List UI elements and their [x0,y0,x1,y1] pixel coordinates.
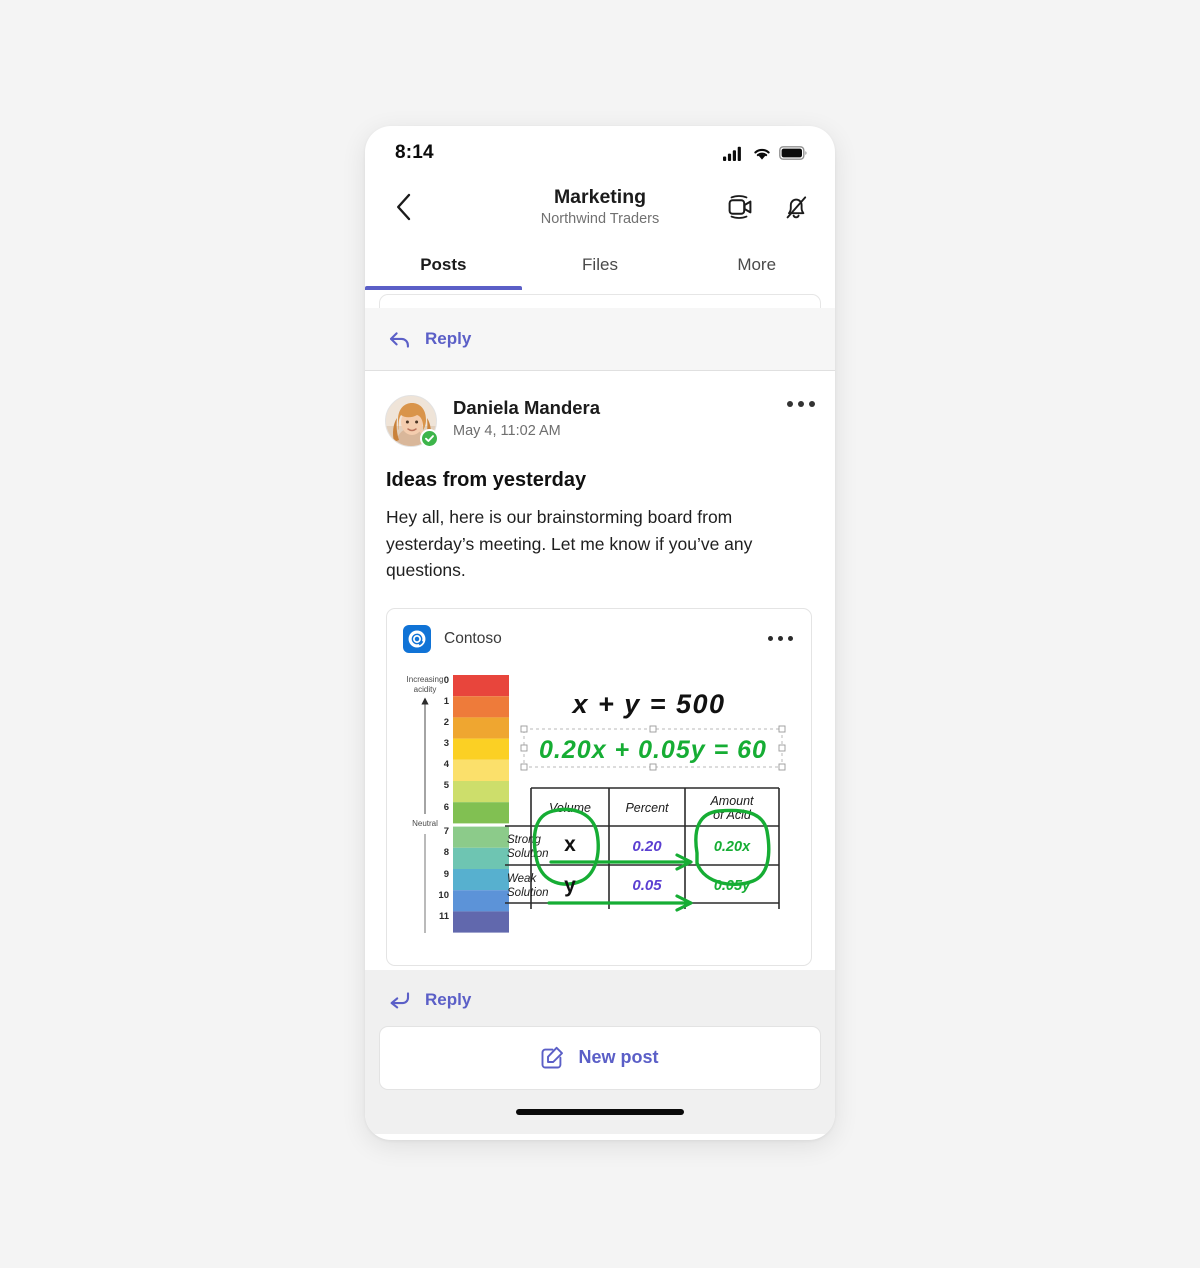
posts-feed[interactable]: Reply Daniela Mandera May 4, 11:02 AM Id… [365,294,835,970]
status-time: 8:14 [395,142,434,163]
more-horizontal-icon [787,401,815,407]
bell-off-icon [786,196,807,219]
post-body: Hey all, here is our brainstorming board… [386,507,753,581]
home-indicator[interactable] [516,1108,684,1115]
reply-curved-arrow-icon [390,992,410,1009]
new-post-label: New post [578,1047,659,1068]
row-weak-1: Weak [507,873,537,885]
chevron-left-icon [396,193,410,221]
reply-label-previous: Reply [425,329,472,348]
row-strong-2: Solution [507,848,549,860]
tab-posts-label: Posts [420,255,467,274]
meet-now-button[interactable] [723,190,757,224]
post-title: Ideas from yesterday [386,469,587,491]
ph-scale-ticks: 0 1 2 3 4 5 6 7 8 9 10 11 [438,675,449,922]
cell-volume-x: x [564,833,576,856]
svg-text:7: 7 [444,826,449,837]
cell-volume-y: y [564,874,576,897]
back-button[interactable] [383,187,423,227]
more-horizontal-icon [768,636,793,642]
svg-text:5: 5 [444,780,450,791]
avatar-wrapper[interactable] [385,395,439,448]
svg-text:11: 11 [439,911,450,922]
svg-text:4: 4 [444,759,450,770]
battery-icon [779,146,807,160]
status-icons [723,146,807,161]
post-more-button[interactable] [787,395,815,407]
checkmark-icon [425,435,434,442]
channel-header: Marketing Northwind Traders [365,174,835,240]
post-timestamp: May 4, 11:02 AM [453,423,561,440]
cell-percent-strong: 0.20 [632,838,662,855]
attachment-more-button[interactable] [768,636,793,642]
row-weak-2: Solution [507,887,549,899]
cell-acid-weak: 0.05y [714,878,751,894]
screenshot-stage: 8:14 Marketing Northwind Traders Posts F… [0,0,1200,1268]
svg-text:Neutral: Neutral [412,819,438,828]
video-call-icon [728,195,752,219]
post-header: Daniela Mandera May 4, 11:02 AM [385,395,815,448]
reply-arrow-icon [389,332,409,348]
notifications-button[interactable] [779,190,813,224]
svg-text:3: 3 [444,738,449,749]
acid-table-row-labels: Strong Solution Weak Solution [507,834,549,899]
tab-files[interactable]: Files [522,240,679,290]
contoso-logo-icon [403,624,431,653]
equation-green: 0.20x + 0.05y = 60 [539,736,767,764]
whiteboard-svg: 0 1 2 3 4 5 6 7 8 9 10 11 Increasing aci… [407,674,786,933]
author-block: Daniela Mandera May 4, 11:02 AM [453,395,600,439]
new-post-button[interactable]: New post [379,1025,821,1090]
composer-area: Reply New post [365,969,835,1134]
ph-scale-arrow-up [421,697,429,814]
svg-text:0: 0 [444,675,449,686]
phone-frame: 8:14 Marketing Northwind Traders Posts F… [365,126,835,1140]
svg-text:8: 8 [444,847,449,858]
presence-badge [420,429,439,448]
attachment-header: Contoso [387,609,811,663]
svg-text:Increasing: Increasing [407,675,444,684]
tab-posts[interactable]: Posts [365,240,522,290]
ph-scale-bands [453,674,509,933]
reply-bar-current-post[interactable]: Reply [365,969,835,1026]
whiteboard-canvas: 0 1 2 3 4 5 6 7 8 9 10 11 Increasing aci… [401,671,797,943]
cellular-signal-icon [723,146,741,161]
header-amount-1: Amount [709,794,754,808]
reply-bar-previous-post[interactable]: Reply [365,308,835,371]
channel-actions [723,190,813,224]
header-percent: Percent [625,801,669,815]
whiteboard-image[interactable]: 0 1 2 3 4 5 6 7 8 9 10 11 Increasing aci… [387,663,811,965]
contoso-spiral-glyph [408,630,426,648]
svg-text:9: 9 [444,869,449,880]
attachment-app-name: Contoso [444,629,502,647]
svg-text:2: 2 [444,717,449,728]
attachment-card[interactable]: Contoso 0 1 2 3 4 5 6 7 8 9 10 11 Increa… [386,607,812,966]
previous-post-clipped[interactable] [379,294,821,308]
svg-text:10: 10 [438,890,449,901]
wifi-icon [754,148,770,160]
cell-acid-strong: 0.20x [714,839,751,855]
post-item: Daniela Mandera May 4, 11:02 AM Ideas fr… [365,371,835,970]
svg-text:acidity: acidity [414,685,437,694]
home-indicator-area [365,1090,835,1134]
status-bar: 8:14 [365,126,835,174]
equation-black: x + y = 500 [570,689,725,719]
tab-files-label: Files [582,255,618,274]
tab-bar: Posts Files More [365,240,835,290]
svg-text:1: 1 [444,696,450,707]
acid-table-headers: Volume Percent Amount of Acid [549,794,754,822]
svg-text:6: 6 [444,802,449,813]
compose-icon [542,1047,564,1069]
cell-percent-weak: 0.05 [632,877,662,894]
reply-label-current: Reply [425,989,472,1009]
row-strong-1: Strong [507,834,541,846]
author-name: Daniela Mandera [453,397,601,418]
tab-more-label: More [737,255,777,274]
tab-more[interactable]: More [678,240,835,290]
